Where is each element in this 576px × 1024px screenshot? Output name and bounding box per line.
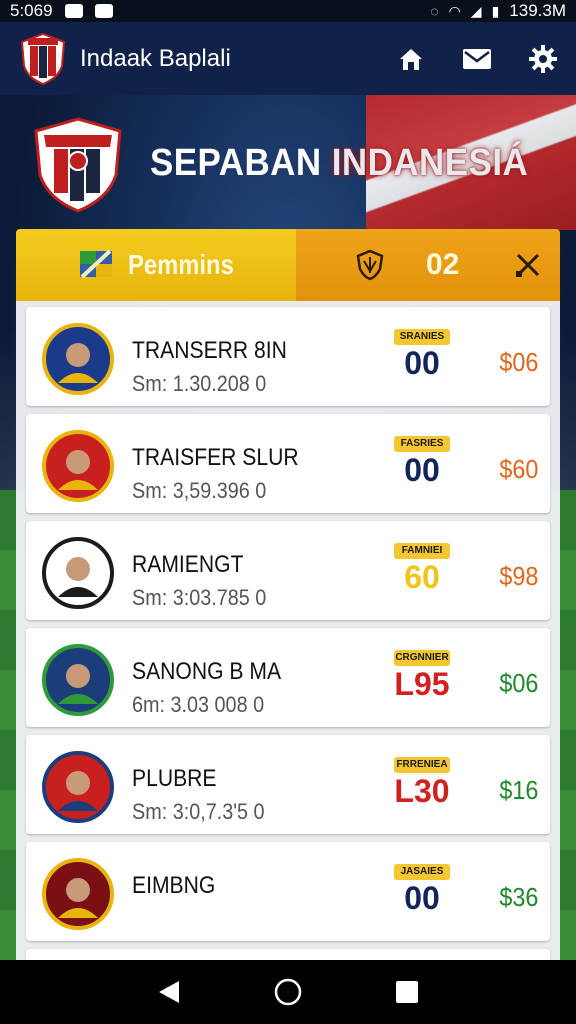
score-value: L30: [394, 773, 450, 809]
battery-icon: ▮: [491, 2, 500, 19]
recents-button[interactable]: [387, 972, 427, 1012]
mail-icon[interactable]: [462, 44, 492, 74]
status-badge: SRANIES: [394, 329, 450, 345]
list-item[interactable]: EIMBNG JASAIES 00 $36: [26, 842, 550, 941]
status-time: 5:069: [10, 1, 53, 20]
team-crest-icon: [42, 323, 114, 395]
home-icon[interactable]: [396, 44, 426, 74]
team-crest-icon: [42, 537, 114, 609]
price-value: $60: [498, 454, 538, 484]
player-name: SANONG B MA: [132, 658, 282, 685]
player-name: EIMBNG: [132, 872, 216, 899]
app-title: Indaak Baplali: [80, 44, 231, 72]
player-name: RAMIENGT: [132, 551, 244, 578]
signal-icon: ◢: [470, 2, 482, 19]
sync-icon: ◌: [430, 3, 439, 19]
status-bar: 5:069 ◌ ◠ ◢ ▮ 139.3M: [0, 0, 576, 22]
list-item[interactable]: TRANSERR 8IN Sm: 1.30.208 0 SRANIES 00 $…: [26, 307, 550, 406]
player-name: PLUBRE: [132, 765, 217, 792]
status-badge: CRGNNIER: [394, 650, 450, 666]
status-clock: 139.3M: [509, 1, 566, 20]
team-crest-icon: [42, 644, 114, 716]
tab-pemmins[interactable]: Pemmins: [16, 229, 296, 301]
hero-title: SEPABAN INDANESIÁ: [150, 142, 528, 185]
status-badge: FRRENIEA: [394, 757, 450, 773]
price-value: $98: [498, 561, 538, 591]
player-stat: Sm: 3:03.785 0: [132, 585, 267, 610]
player-stat: 6m: 3.03 008 0: [132, 692, 265, 717]
list-item[interactable]: GANDINA FRRNILA: [26, 949, 550, 960]
list-item[interactable]: TRAISFER SLUR Sm: 3,59.396 0 FASRIES 00 …: [26, 414, 550, 513]
score-value: 00: [404, 345, 440, 381]
home-button[interactable]: [268, 972, 308, 1012]
team-crest-icon: [42, 858, 114, 930]
club-crest-icon: [34, 117, 122, 213]
status-badge: FASRIES: [394, 436, 450, 452]
player-stat: Sm: 3:0,7.3'5 0: [132, 799, 265, 824]
system-nav-bar: [0, 960, 576, 1024]
status-badge: JASAIES: [394, 864, 450, 880]
back-button[interactable]: [149, 972, 189, 1012]
hero-title-part2: INDANESIÁ: [331, 142, 529, 184]
wifi-icon: ◠: [448, 2, 461, 19]
list-item[interactable]: RAMIENGT Sm: 3:03.785 0 FAMNIEI 60 $98: [26, 521, 550, 620]
price-value: $36: [498, 882, 538, 912]
panel-header: Pemmins 02: [16, 229, 560, 301]
list-item[interactable]: PLUBRE Sm: 3:0,7.3'5 0 FRRENIEA L30 $16: [26, 735, 550, 834]
score-value: 00: [404, 880, 440, 916]
score-value: 60: [404, 559, 440, 595]
team-crest-icon: [42, 430, 114, 502]
panel-count-area: 02: [296, 229, 560, 301]
notification-icon: [64, 4, 83, 18]
app-bar: Indaak Baplali: [0, 22, 576, 95]
panel-count: 02: [426, 248, 460, 281]
tab-label: Pemmins: [128, 249, 234, 280]
player-stat: Sm: 3,59.396 0: [132, 478, 267, 503]
price-value: $16: [498, 775, 538, 805]
list-item[interactable]: SANONG B MA 6m: 3.03 008 0 CRGNNIER L95 …: [26, 628, 550, 727]
player-name: TRAISFER SLUR: [132, 444, 299, 471]
price-value: $06: [498, 347, 538, 377]
club-logo-icon[interactable]: [18, 32, 68, 86]
hero-title-part1: SEPABAN: [150, 142, 322, 184]
status-badge: FAMNIEI: [394, 543, 450, 559]
transfer-board-icon: [80, 249, 112, 279]
transfer-list: TRANSERR 8IN Sm: 1.30.208 0 SRANIES 00 $…: [16, 301, 560, 960]
score-value: 00: [404, 452, 440, 488]
score-value: L95: [394, 666, 450, 702]
team-crest-icon: [42, 751, 114, 823]
close-icon[interactable]: [514, 251, 542, 279]
settings-icon[interactable]: [528, 44, 558, 74]
shield-icon: [356, 249, 384, 281]
price-value: $06: [498, 668, 538, 698]
notification-icon-2: [94, 4, 113, 18]
player-stat: Sm: 1.30.208 0: [132, 371, 267, 396]
player-name: TRANSERR 8IN: [132, 337, 287, 364]
